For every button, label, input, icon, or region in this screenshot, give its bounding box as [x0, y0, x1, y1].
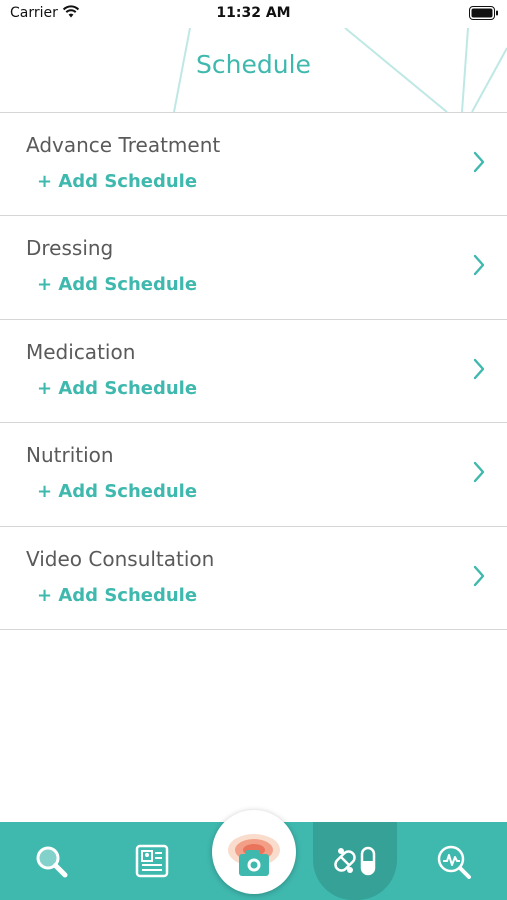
add-schedule-button[interactable]: + Add Schedule	[37, 481, 197, 502]
schedule-row-video-consultation[interactable]: Video Consultation + Add Schedule	[0, 527, 507, 630]
add-schedule-button[interactable]: + Add Schedule	[37, 171, 197, 192]
schedule-list: Advance Treatment + Add Schedule Dressin…	[0, 112, 507, 630]
chevron-right-icon	[473, 565, 485, 586]
schedule-title: Nutrition	[26, 443, 114, 468]
status-bar: Carrier 11:32 AM	[0, 0, 507, 28]
status-time: 11:32 AM	[216, 5, 291, 21]
schedule-row-advance-treatment[interactable]: Advance Treatment + Add Schedule	[0, 113, 507, 217]
profile-card-icon	[135, 844, 169, 878]
schedule-title: Medication	[26, 339, 136, 364]
schedule-row-nutrition[interactable]: Nutrition + Add Schedule	[0, 423, 507, 527]
page-title: Schedule	[196, 50, 311, 79]
tab-analytics[interactable]	[414, 822, 494, 900]
schedule-title: Video Consultation	[26, 546, 215, 571]
schedule-title: Advance Treatment	[26, 133, 221, 157]
schedule-row-medication[interactable]: Medication + Add Schedule	[0, 320, 507, 424]
chevron-right-icon	[473, 151, 485, 173]
tab-search[interactable]	[11, 822, 91, 900]
battery-icon	[469, 6, 498, 20]
add-schedule-button[interactable]: + Add Schedule	[37, 585, 197, 606]
search-icon	[36, 846, 68, 878]
add-schedule-button[interactable]: + Add Schedule	[37, 378, 197, 399]
add-schedule-button[interactable]: + Add Schedule	[37, 274, 197, 295]
camera-button[interactable]	[212, 810, 296, 894]
analytics-icon	[437, 845, 471, 879]
medication-icon	[334, 846, 376, 876]
chevron-right-icon	[473, 255, 485, 276]
camera-icon	[228, 834, 280, 876]
chevron-right-icon	[473, 461, 485, 483]
tab-medication[interactable]	[315, 822, 395, 900]
schedule-row-dressing[interactable]: Dressing + Add Schedule	[0, 216, 507, 320]
chevron-right-icon	[473, 358, 485, 379]
tab-profile[interactable]	[112, 822, 192, 900]
schedule-title: Dressing	[26, 236, 114, 261]
header: Schedule	[0, 28, 507, 112]
